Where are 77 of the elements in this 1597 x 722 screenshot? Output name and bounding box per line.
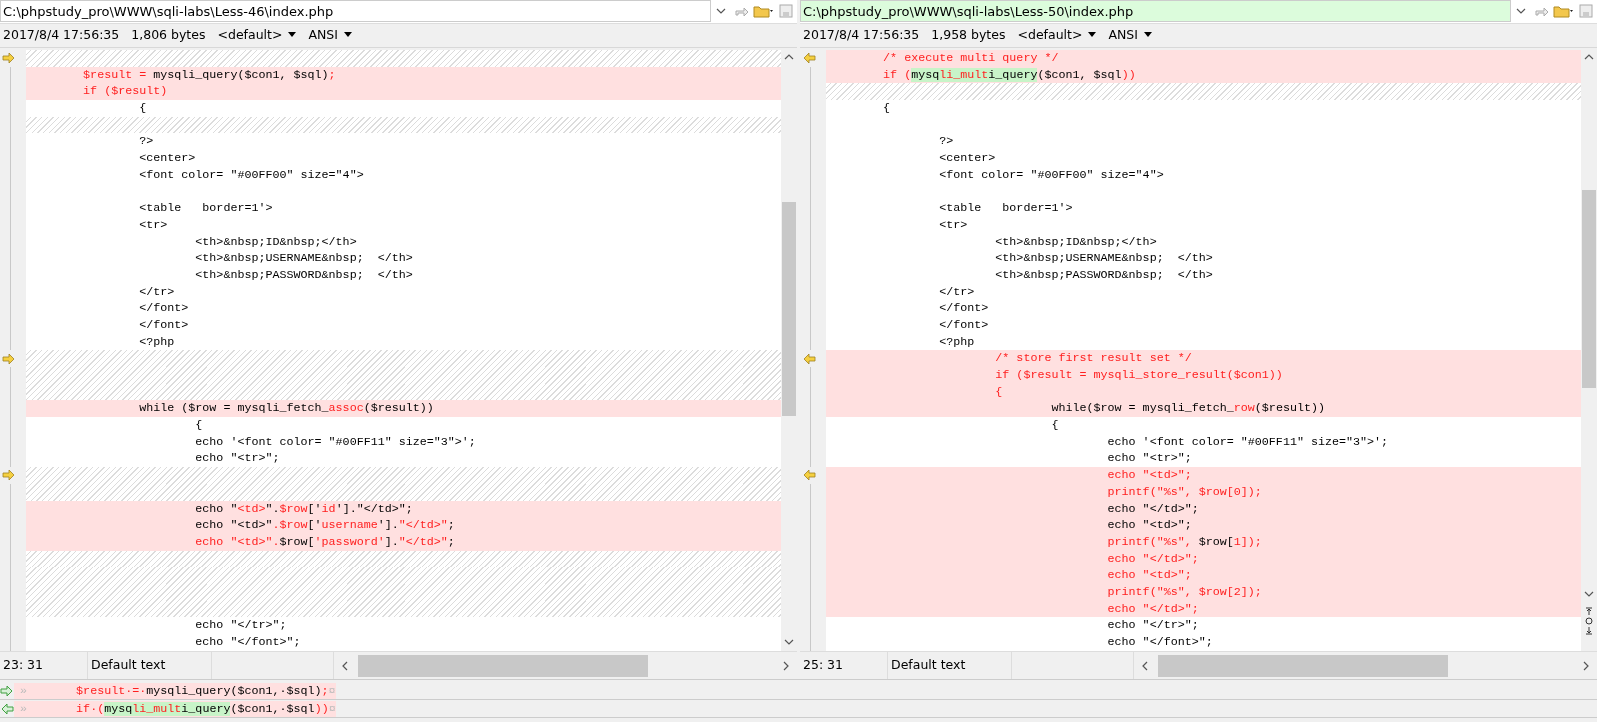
save-icon[interactable] [1579,4,1593,19]
diff-arrow-icon[interactable] [2,352,16,365]
eol-dropdown[interactable]: <default> [1017,26,1097,45]
encoding-dropdown[interactable]: ANSI [308,26,352,45]
code-line: </font> [138,300,190,317]
scroll-right-icon[interactable] [1581,659,1591,672]
code-line: <th>&nbsp;ID&nbsp;</th> [194,233,358,251]
code-line: { [882,100,892,117]
diff-direction-arrow-icon [0,702,14,715]
encoding-dropdown[interactable]: ANSI [1108,26,1152,45]
file-size: 1,958 bytes [931,26,1006,45]
scroll-left-icon[interactable] [340,659,350,672]
code-line: echo "</font>"; [1106,634,1214,651]
code-line: { [1050,417,1060,434]
scroll-thumb[interactable] [782,201,796,416]
code-line: <th>&nbsp;USERNAME&nbsp; </th> [994,250,1214,267]
scroll-thumb[interactable] [1582,189,1596,388]
caret-icon [1088,32,1097,39]
path-field[interactable]: C:\phpstudy_pro\WWW\sqli-labs\Less-46\index.php [0,0,711,23]
next-diff-icon[interactable] [1585,627,1593,636]
code-line: <table border=1'> [938,200,1074,217]
code-line: </tr> [938,283,976,301]
scroll-thumb[interactable] [358,654,648,677]
diff-arrow-icon[interactable] [2,469,16,482]
code-line: <tr> [138,216,169,234]
code-line: <font color= "#00FF00" size="4"> [938,166,1165,184]
caret-icon [288,32,297,39]
caret-icon [1143,32,1152,39]
code-line: <?php [938,333,976,351]
code-line: </font> [138,316,190,334]
code-line: <center> [138,150,197,167]
diff-arrow-icon[interactable] [802,469,816,482]
code-line: </font> [938,316,990,334]
eol-dropdown[interactable]: <default> [217,26,297,45]
diff-direction-arrow-icon [0,684,14,697]
diff-arrow-icon[interactable] [2,52,16,65]
diff-arrow-icon[interactable] [802,352,816,365]
code-line: echo "</font>"; [194,634,302,651]
code-line: <th>&nbsp;PASSWORD&nbsp; </th> [194,266,414,284]
code-line: <font color= "#00FF00" size="4"> [138,166,365,184]
current-diff-icon[interactable] [1585,617,1593,626]
cursor-position: 25: 31 [800,652,888,679]
file-date: 2017/8/4 17:56:35 [803,26,920,45]
code-line: echo '<font color= "#00FF11" size="3">'; [1106,433,1390,451]
save-icon[interactable] [779,4,793,19]
path-field[interactable]: C:\phpstudy_pro\WWW\sqli-labs\Less-50\index.php [800,0,1511,23]
code-line: echo "<tr>"; [194,450,281,468]
code-line: <table border=1'> [138,200,274,217]
code-line: { [138,100,148,117]
code-line: ?> [938,133,955,151]
code-line: echo "</tr>"; [194,617,288,634]
scroll-thumb[interactable] [1158,654,1448,677]
folder-icon[interactable] [753,3,775,20]
code-line: echo "</tr>"; [1106,617,1200,634]
code-line: echo '<font color= "#00FF11" size="3">'; [194,433,477,451]
code-line: ?> [138,133,155,151]
scroll-left-icon[interactable] [1140,659,1150,672]
code-line: <th>&nbsp;PASSWORD&nbsp; </th> [994,266,1214,284]
diff-arrow-icon[interactable] [802,52,816,65]
text-style-label: Default text [88,652,212,679]
code-line: { [194,417,204,434]
file-date: 2017/8/4 17:56:35 [3,26,120,45]
cursor-position: 23: 31 [0,652,88,679]
code-line: <tr> [938,216,969,234]
folder-icon[interactable] [1553,3,1575,20]
code-line: echo "<tr>"; [1106,450,1193,468]
code-line: <center> [938,150,997,167]
caret-icon [343,32,352,39]
code-line: <th>&nbsp;USERNAME&nbsp; </th> [194,250,414,267]
scroll-right-icon[interactable] [781,659,791,672]
file-size: 1,806 bytes [131,26,206,45]
code-line: <th>&nbsp;ID&nbsp;</th> [994,233,1158,251]
text-style-label: Default text [888,652,1012,679]
previous-diff-icon[interactable] [1585,607,1593,616]
code-line: <?php [138,333,176,351]
code-line: </font> [938,300,990,317]
code-line: </tr> [138,283,176,301]
